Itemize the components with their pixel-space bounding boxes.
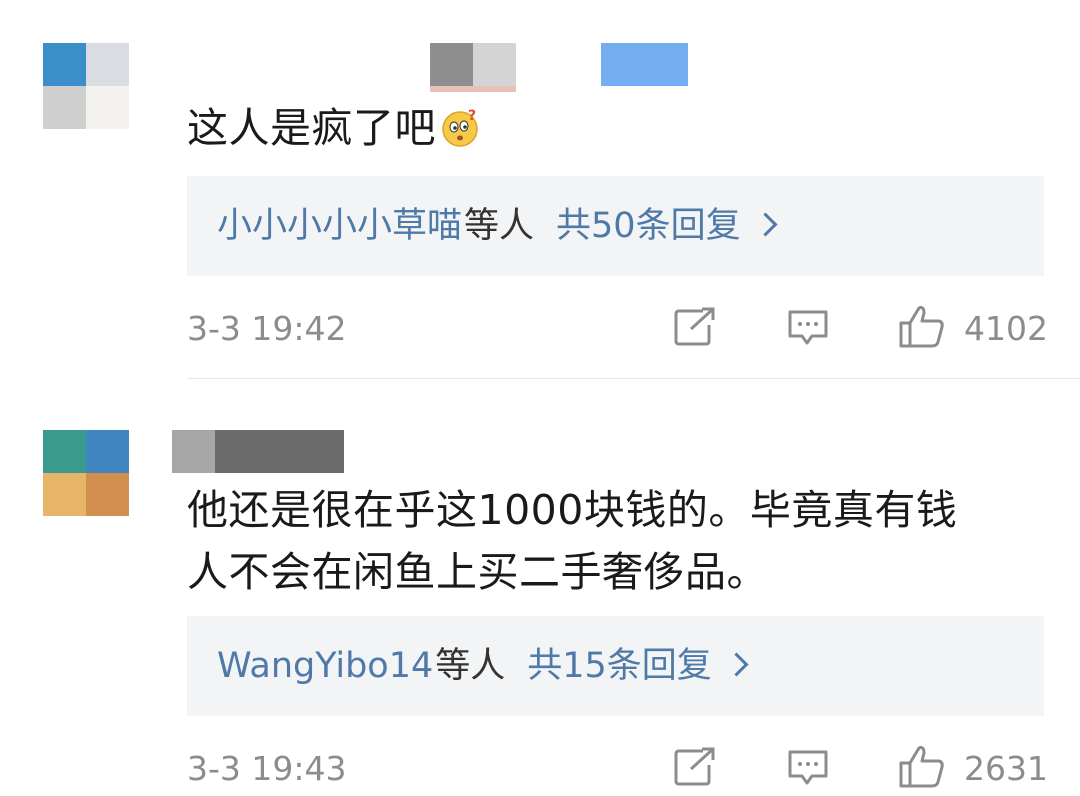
reply-summary[interactable]: WangYibo14等人 共15条回复 xyxy=(187,616,1044,716)
comment-body: 这人是疯了吧 xyxy=(187,104,436,152)
comment-list: 这人是疯了吧 ? 小小小小小草喵等人 共50条回复 3-3 19:42 4102… xyxy=(0,0,1080,796)
comment-line-1: 他还是很在乎这1000块钱的。毕竟真有钱 xyxy=(187,486,958,534)
share-icon[interactable] xyxy=(673,307,717,351)
divider xyxy=(187,378,1080,379)
share-icon[interactable] xyxy=(673,747,717,791)
reply-count-link[interactable]: 共50条回复 xyxy=(556,206,741,246)
thumbs-up-icon[interactable] xyxy=(898,744,946,792)
comment-text: 他还是很在乎这1000块钱的。毕竟真有钱 人不会在闲鱼上买二手奢侈品。 xyxy=(187,479,1037,603)
comment-text: 这人是疯了吧 ? xyxy=(187,97,1037,159)
comment-timestamp: 3-3 19:42 xyxy=(187,309,347,348)
svg-text:?: ? xyxy=(468,108,477,124)
like-count: 4102 xyxy=(964,309,1048,348)
chevron-right-icon xyxy=(753,212,778,237)
reply-summary[interactable]: 小小小小小草喵等人 共50条回复 xyxy=(187,176,1044,276)
like-count: 2631 xyxy=(964,749,1048,788)
avatar[interactable] xyxy=(43,430,129,516)
chevron-right-icon xyxy=(724,652,749,677)
reply-names-link[interactable]: 小小小小小草喵 xyxy=(217,206,462,246)
thumbs-up-icon[interactable] xyxy=(898,304,946,352)
reply-suffix: 等人 xyxy=(464,206,535,246)
reply-count-link[interactable]: 共15条回复 xyxy=(527,646,712,686)
comment-icon[interactable] xyxy=(787,308,829,352)
reply-suffix: 等人 xyxy=(435,646,506,686)
confused-face-emoji-icon: ? xyxy=(440,103,480,147)
comment-timestamp: 3-3 19:43 xyxy=(187,749,347,788)
comment-icon[interactable] xyxy=(787,748,829,792)
reply-names-link[interactable]: WangYibo14 xyxy=(217,646,433,686)
comment-line-2: 人不会在闲鱼上买二手奢侈品。 xyxy=(187,548,768,596)
avatar[interactable] xyxy=(43,43,129,129)
